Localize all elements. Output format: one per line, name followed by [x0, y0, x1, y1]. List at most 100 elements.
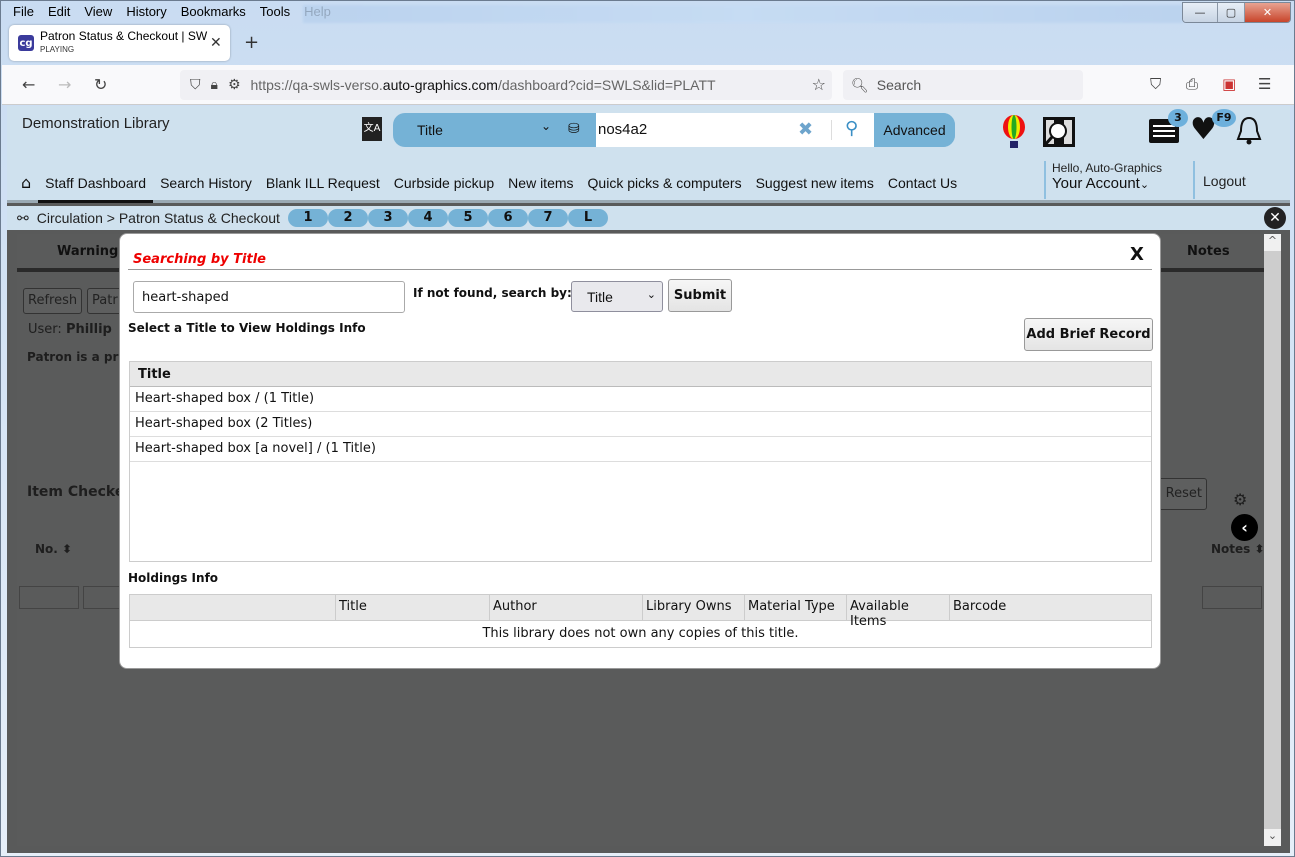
filter-cell[interactable] [19, 586, 79, 609]
close-tab-icon[interactable]: ✕ [210, 35, 222, 51]
menu-bookmarks[interactable]: Bookmarks [173, 2, 252, 24]
nav-quick-picks[interactable]: Quick picks & computers [588, 175, 742, 191]
filter-cell[interactable] [1202, 586, 1262, 609]
session-pill-7[interactable]: 7 [528, 209, 568, 227]
tab-notes[interactable]: Notes [1187, 244, 1230, 259]
print-icon[interactable]: ⎙ [1186, 75, 1198, 93]
item-checkout-heading: Item Checke [27, 484, 125, 500]
holdings-col-available-items[interactable]: Available Items [846, 595, 949, 629]
title-row[interactable]: Heart-shaped box [a novel] / (1 Title) [130, 437, 1151, 462]
search-type-select[interactable]: Title [417, 122, 443, 138]
url-text[interactable]: https://qa-swls-verso.auto-graphics.com/… [251, 77, 716, 93]
bell-icon[interactable] [1234, 115, 1264, 147]
chevron-down-icon: ⌄ [646, 289, 656, 301]
shield-icon[interactable]: ⛉ [190, 77, 201, 93]
filter-cell[interactable] [83, 586, 123, 609]
tab-warnings[interactable]: Warnings [57, 244, 126, 259]
submit-button[interactable]: Submit [668, 279, 732, 312]
title-search-input[interactable]: heart-shaped [133, 281, 405, 313]
translate-icon[interactable]: 文A [362, 117, 382, 141]
session-pill-6[interactable]: 6 [488, 209, 528, 227]
catalog-search-input[interactable]: nos4a2 [596, 113, 874, 147]
advanced-search-button[interactable]: Advanced [874, 113, 955, 147]
account-menu[interactable]: Hello, Auto-Graphics Your Account⌄ [1044, 161, 1162, 199]
reload-icon[interactable]: ↻ [94, 75, 107, 94]
your-account-label[interactable]: Your Account [1052, 175, 1140, 192]
clear-search-icon[interactable]: ✖ [798, 119, 813, 140]
holdings-col-title[interactable]: Title [335, 595, 489, 620]
nav-search-history[interactable]: Search History [160, 175, 252, 191]
menu-tools[interactable]: Tools [252, 2, 296, 24]
gear-icon[interactable]: ⚙ [1233, 490, 1247, 509]
modal-divider [128, 269, 1152, 270]
fallback-search-select[interactable]: Title ⌄ [571, 281, 663, 312]
bookmark-star-icon[interactable]: ☆ [812, 75, 826, 94]
col-no[interactable]: No. [35, 542, 58, 556]
holdings-col-author[interactable]: Author [489, 595, 642, 620]
session-pill-2[interactable]: 2 [328, 209, 368, 227]
hamburger-menu-icon[interactable]: ☰ [1258, 75, 1271, 93]
close-window-button[interactable]: ✕ [1244, 3, 1290, 22]
menu-file[interactable]: File [5, 2, 40, 24]
menu-edit[interactable]: Edit [40, 2, 76, 24]
tab-title: Patron Status & Checkout | SWLS PLAYING [40, 30, 208, 56]
breadcrumb-path[interactable]: Circulation > Patron Status & Checkout [37, 210, 280, 226]
back-icon[interactable]: ← [22, 75, 35, 94]
home-icon[interactable]: ⌂ [21, 173, 31, 192]
session-pill-5[interactable]: 5 [448, 209, 488, 227]
pocket-icon[interactable]: ⛉ [1150, 75, 1161, 93]
browser-search-box[interactable]: 🔍︎ Search [843, 70, 1083, 100]
title-row[interactable]: Heart-shaped box / (1 Title) [130, 387, 1151, 412]
chevron-left-icon[interactable]: ‹ [1231, 514, 1258, 541]
nav-staff-dashboard[interactable]: Staff Dashboard [38, 175, 153, 203]
holdings-col-material-type[interactable]: Material Type [744, 595, 846, 620]
scroll-down-icon[interactable]: ⌄ [1264, 829, 1281, 846]
modal-title: Searching by Title [133, 252, 266, 267]
chevron-down-icon[interactable]: ⌄ [541, 119, 551, 133]
page-scrollbar[interactable]: ^ ⌄ [1264, 234, 1281, 846]
extension-icon[interactable]: ▣ [1222, 75, 1236, 93]
session-pill-1[interactable]: 1 [288, 209, 328, 227]
lock-icon[interactable]: 🔒︎ [211, 77, 218, 93]
add-brief-record-button[interactable]: Add Brief Record [1024, 318, 1153, 351]
session-pill-l[interactable]: L [568, 209, 608, 227]
list-count-badge: 3 [1168, 109, 1188, 127]
col-notes[interactable]: Notes [1211, 542, 1250, 556]
search-divider [831, 120, 832, 140]
browser-window: File Edit View History Bookmarks Tools H… [0, 0, 1295, 857]
title-row[interactable]: Heart-shaped box (2 Titles) [130, 412, 1151, 437]
search-icon[interactable]: ⚲ [845, 118, 858, 139]
session-pill-4[interactable]: 4 [408, 209, 448, 227]
refresh-button[interactable]: Refresh [23, 288, 83, 314]
menu-history[interactable]: History [118, 2, 172, 24]
forward-icon[interactable]: → [58, 75, 71, 94]
blurred-background-tabs [303, 5, 1183, 23]
nav-contact-us[interactable]: Contact Us [888, 175, 957, 191]
nav-new-items[interactable]: New items [508, 175, 573, 191]
maximize-button[interactable]: ▢ [1217, 3, 1244, 22]
permissions-icon[interactable]: ⚙︎ [228, 77, 241, 93]
nav-curbside-pickup[interactable]: Curbside pickup [394, 175, 494, 191]
database-icon[interactable]: ⛁ [568, 121, 580, 137]
tab-title-text: Patron Status & Checkout | SWLS [40, 30, 208, 43]
modal-close-button[interactable]: X [1130, 244, 1144, 265]
nav-blank-ill-request[interactable]: Blank ILL Request [266, 175, 380, 191]
sort-icon[interactable]: ⬍ [62, 542, 72, 556]
chevron-down-icon: ⌄ [1139, 179, 1150, 191]
browser-tab[interactable]: cg Patron Status & Checkout | SWLS PLAYI… [9, 25, 230, 61]
holdings-col-barcode[interactable]: Barcode [949, 595, 1151, 620]
new-tab-icon[interactable]: + [244, 32, 259, 53]
scroll-up-icon[interactable]: ^ [1264, 234, 1281, 251]
session-pill-3[interactable]: 3 [368, 209, 408, 227]
nav-suggest-new-items[interactable]: Suggest new items [756, 175, 874, 191]
url-bar[interactable]: ⛉ 🔒︎ ⚙︎ https://qa-swls-verso.auto-graph… [180, 70, 832, 100]
search-catalog-icon[interactable] [1041, 115, 1077, 149]
catalog-search: Title ⌄ ⛁ nos4a2 ✖ ⚲ Advanced [393, 113, 955, 147]
holdings-col-library-owns[interactable]: Library Owns [642, 595, 744, 620]
search-icon: 🔍︎ [851, 76, 869, 93]
logout-link[interactable]: Logout [1193, 161, 1246, 199]
minimize-button[interactable]: — [1183, 3, 1217, 22]
close-session-icon[interactable]: ✕ [1264, 207, 1286, 229]
menu-view[interactable]: View [76, 2, 118, 24]
balloon-icon[interactable] [1001, 115, 1027, 149]
